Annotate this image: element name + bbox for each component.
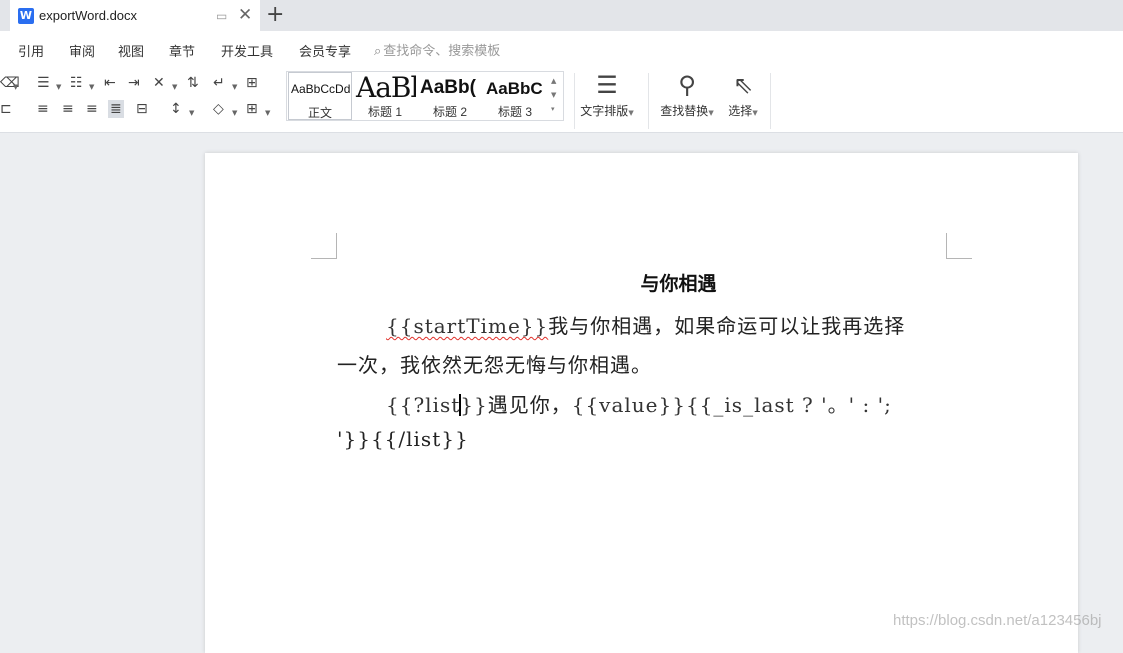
find-replace-button[interactable]: ⚲ 查找替换▼: [656, 71, 718, 119]
distribute-icon[interactable]: ⊏: [0, 101, 12, 117]
chevron-down-icon[interactable]: ▼: [265, 105, 270, 121]
decrease-indent-icon[interactable]: ⇤: [104, 75, 116, 91]
chevron-down-icon[interactable]: ▼: [56, 79, 61, 95]
style-heading-1[interactable]: AaBb 标题 1: [354, 72, 416, 120]
menu-item-review[interactable]: 审阅: [69, 41, 95, 60]
align-right-icon[interactable]: ≡: [86, 101, 98, 117]
sort-icon[interactable]: ⇅: [187, 75, 199, 91]
template-tag: {{?list: [386, 393, 460, 417]
document-page[interactable]: 与你相遇 {{startTime}}我与你相遇，如果命运可以让我再选择 一次，我…: [205, 153, 1078, 653]
magnifier-icon: ⚲: [656, 71, 718, 99]
style-label: 正文: [289, 104, 351, 120]
close-icon[interactable]: ✕: [238, 5, 252, 25]
numbered-list-icon[interactable]: ☷: [70, 75, 83, 91]
chinese-layout-icon[interactable]: ✕: [153, 75, 165, 91]
document-tab[interactable]: W exportWord.docx ▭ ✕: [10, 0, 260, 31]
ruler-icon[interactable]: ⊞: [246, 75, 258, 91]
shading-icon[interactable]: ◇: [213, 101, 224, 117]
margin-corner-top-right: [946, 233, 972, 259]
select-label: 选择: [728, 104, 752, 118]
plus-icon[interactable]: +: [266, 2, 284, 27]
divider: [574, 73, 575, 129]
chevron-up-icon[interactable]: ▲: [551, 74, 561, 88]
template-tag: {{startTime}}: [386, 314, 548, 338]
divider: [648, 73, 649, 129]
chevron-down-icon[interactable]: ▼: [189, 105, 194, 121]
paragraph-text: 遇见你，: [488, 393, 572, 417]
text-layout-label: 文字排版: [580, 104, 628, 118]
style-sample: AaBb: [356, 72, 416, 104]
tab-title: exportWord.docx: [39, 8, 137, 23]
align-center-icon[interactable]: ≡: [62, 101, 74, 117]
chevron-down-icon: ▼: [708, 109, 713, 117]
text-layout-button[interactable]: ☰ 文字排版▼: [578, 71, 636, 119]
increase-indent-icon[interactable]: ⇥: [128, 75, 140, 91]
command-search[interactable]: ⌕查找命令、搜索模板: [374, 40, 500, 59]
style-heading-2[interactable]: AaBb( 标题 2: [418, 72, 482, 120]
chevron-down-icon[interactable]: ▼: [551, 88, 561, 102]
style-sample: AaBbC: [486, 79, 543, 99]
chevron-down-icon: ▼: [628, 109, 633, 117]
line-spacing-icon[interactable]: ↕: [170, 101, 182, 117]
style-label: 标题 2: [418, 103, 482, 120]
margin-corner-top-left: [311, 233, 337, 259]
select-button[interactable]: ⇖ 选择▼: [724, 71, 762, 119]
ribbon: ⌫ ▼ ☰ ▼ ☷ ▼ ⇤ ⇥ ✕ ▼ ⇅ ↵ ▼ ⊞ ⊏ ≡ ≡ ≡ ≣ ⊟ …: [0, 67, 1123, 133]
wps-writer-icon: W: [18, 8, 34, 24]
style-label: 标题 3: [484, 103, 546, 120]
style-heading-3[interactable]: AaBbC 标题 3: [484, 72, 546, 120]
styles-scroll[interactable]: ▲ ▼ ▾: [551, 74, 561, 116]
tab-bar: W exportWord.docx ▭ ✕ +: [0, 0, 1123, 31]
menu-item-member[interactable]: 会员专享: [299, 41, 351, 60]
chevron-down-icon: ▼: [752, 109, 757, 117]
chevron-down-icon[interactable]: ▼: [89, 79, 94, 95]
chevron-down-icon[interactable]: ▼: [232, 105, 237, 121]
paragraph-2-line-2: '}}{{/list}}: [337, 427, 469, 451]
paragraph-text: 我与你相遇，如果命运可以让我再选择: [548, 314, 905, 338]
command-search-placeholder: 查找命令、搜索模板: [383, 43, 500, 58]
line-break-icon[interactable]: ↵: [213, 75, 225, 91]
align-left-icon[interactable]: ≡: [37, 101, 49, 117]
distributed-align-icon[interactable]: ⊟: [136, 101, 148, 117]
template-tag: {{value}}{{_is_last ? '。' : ';: [572, 393, 892, 417]
justify-icon[interactable]: ≣: [108, 100, 124, 118]
style-label: 标题 1: [354, 103, 416, 120]
menu-item-view[interactable]: 视图: [118, 41, 144, 60]
style-sample: AaBb(: [420, 77, 476, 99]
chevron-down-icon[interactable]: ▼: [172, 79, 177, 95]
paragraph-2-line-1: {{?list}}遇见你，{{value}}{{_is_last ? '。' :…: [386, 389, 892, 418]
cursor-arrow-icon: ⇖: [724, 71, 762, 99]
border-icon[interactable]: ⊞: [246, 101, 258, 117]
search-icon: ⌕: [374, 44, 381, 59]
style-normal[interactable]: AaBbCcDd 正文: [288, 72, 352, 120]
pin-icon[interactable]: ▭: [216, 9, 227, 23]
menu-bar: 引用 审阅 视图 章节 开发工具 会员专享 ⌕查找命令、搜索模板: [0, 31, 1123, 67]
document-title: 与你相遇: [205, 269, 1078, 296]
more-icon[interactable]: ▾: [551, 102, 561, 116]
chevron-down-icon[interactable]: ▼: [13, 79, 18, 95]
style-sample: AaBbCcDd: [291, 82, 350, 96]
menu-item-developer[interactable]: 开发工具: [221, 41, 273, 60]
menu-item-section[interactable]: 章节: [169, 41, 195, 60]
styles-gallery: AaBbCcDd 正文 AaBb 标题 1 AaBb( 标题 2 AaBbC 标…: [286, 71, 564, 121]
paragraph-1-line-1: {{startTime}}我与你相遇，如果命运可以让我再选择: [386, 310, 905, 339]
bullet-list-icon[interactable]: ☰: [37, 75, 50, 91]
text-layout-icon: ☰: [578, 71, 636, 99]
find-replace-label: 查找替换: [660, 104, 708, 118]
divider: [770, 73, 771, 129]
template-tag: }}: [460, 393, 487, 417]
paragraph-1-line-2: 一次，我依然无怨无悔与你相遇。: [337, 349, 652, 378]
menu-item-reference[interactable]: 引用: [18, 41, 44, 60]
chevron-down-icon[interactable]: ▼: [232, 79, 237, 95]
watermark: https://blog.csdn.net/a123456bj: [893, 612, 1102, 629]
